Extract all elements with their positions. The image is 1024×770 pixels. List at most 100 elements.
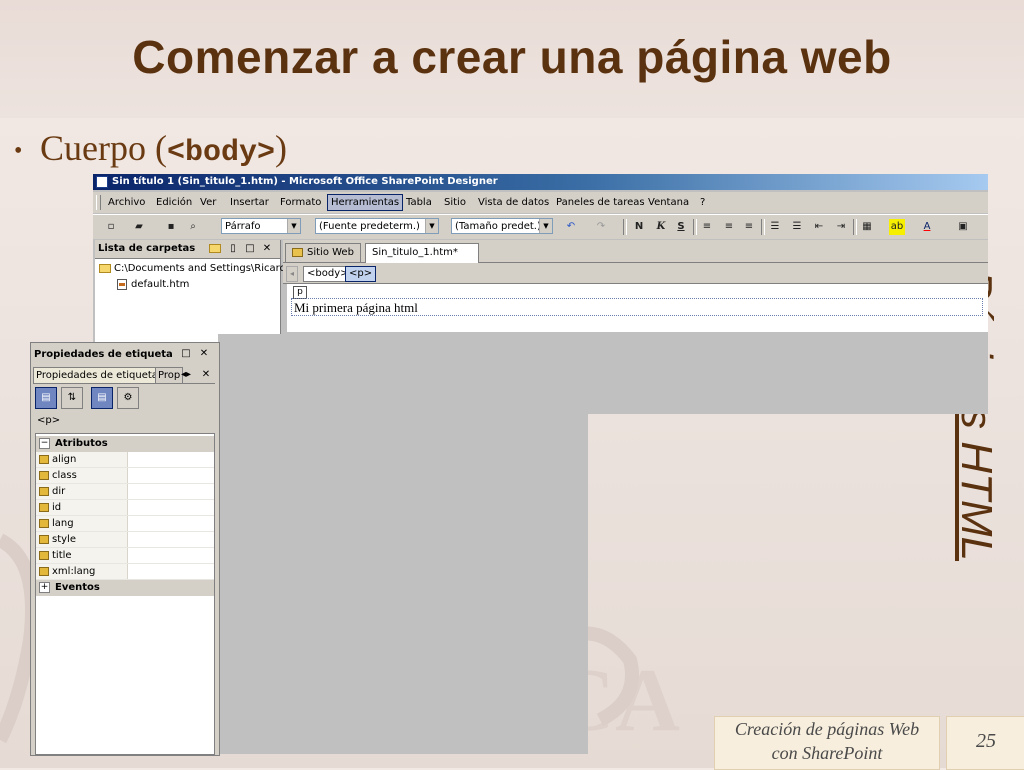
tab-sitio-web-label: Sitio Web xyxy=(307,247,354,258)
menubar: Archivo Edición Ver Insertar Formato Her… xyxy=(93,192,988,213)
menu-edicion[interactable]: Edición xyxy=(153,194,195,211)
tab-document[interactable]: Sin_titulo_1.htm* xyxy=(365,243,479,263)
property-row[interactable]: id xyxy=(36,500,214,516)
menu-ver[interactable]: Ver xyxy=(197,194,219,211)
tree-file[interactable]: default.htm xyxy=(117,278,189,292)
new-folder-icon[interactable] xyxy=(208,242,222,256)
quick-tag-p[interactable]: <p> xyxy=(345,266,377,282)
maximize-icon[interactable]: □ xyxy=(179,347,193,361)
align-left-icon[interactable]: ≡ xyxy=(699,219,715,235)
property-row[interactable]: title xyxy=(36,548,214,564)
chevron-down-icon: ▼ xyxy=(425,219,438,233)
property-icon xyxy=(39,455,49,464)
bullet-close: ) xyxy=(275,128,287,168)
maximize-icon[interactable]: □ xyxy=(243,242,257,256)
font-color-icon[interactable]: A xyxy=(919,219,935,235)
new-page-icon[interactable]: ▫ xyxy=(103,219,119,235)
menubar-grip xyxy=(96,195,101,210)
property-name: style xyxy=(52,534,76,545)
window-title: Sin título 1 (Sin_titulo_1.htm) - Micros… xyxy=(112,176,498,187)
property-row[interactable]: class xyxy=(36,468,214,484)
collapse-icon: − xyxy=(39,437,50,449)
bullet-item: • Cuerpo (<body>) xyxy=(14,127,287,170)
menu-insertar[interactable]: Insertar xyxy=(227,194,272,211)
group-atributos[interactable]: − Atributos xyxy=(36,436,214,452)
underline-button[interactable]: S xyxy=(673,219,689,235)
footer-line-1: Creación de páginas Web xyxy=(734,719,920,739)
document-tabs: Sitio Web Sin_titulo_1.htm* xyxy=(283,240,988,263)
property-name: lang xyxy=(52,518,74,529)
decrease-indent-icon[interactable]: ⇤ xyxy=(811,219,827,235)
tab-propiedades-etiqueta[interactable]: Propiedades de etiqueta xyxy=(33,367,157,383)
property-name: title xyxy=(52,550,72,561)
close-icon[interactable]: ✕ xyxy=(197,347,211,361)
new-file-icon[interactable]: ▯ xyxy=(226,242,240,256)
tag-properties-header: Propiedades de etiqueta □ ✕ xyxy=(31,345,219,365)
property-name: align xyxy=(52,454,77,465)
property-row[interactable]: dir xyxy=(36,484,214,500)
align-center-icon[interactable]: ≡ xyxy=(721,219,737,235)
undo-icon[interactable]: ↶ xyxy=(563,219,579,235)
tab-document-label: Sin_titulo_1.htm* xyxy=(372,247,458,258)
paragraph-content[interactable]: Mi primera página html xyxy=(291,298,983,316)
menu-archivo[interactable]: Archivo xyxy=(105,194,148,211)
menu-herramientas[interactable]: Herramientas xyxy=(327,194,404,211)
tab-sitio-web[interactable]: Sitio Web xyxy=(285,243,361,262)
menu-vista-de-datos[interactable]: Vista de datos xyxy=(475,194,552,211)
menu-ventana[interactable]: Ventana xyxy=(645,194,692,211)
menu-paneles-de-tareas[interactable]: Paneles de tareas xyxy=(553,194,648,211)
tree-root[interactable]: C:\Documents and Settings\Ricardo... xyxy=(99,262,301,276)
property-row[interactable]: style xyxy=(36,532,214,548)
tag-properties-panel: Propiedades de etiqueta □ ✕ Propiedades … xyxy=(30,342,220,756)
highlight-icon[interactable]: ab xyxy=(889,219,905,235)
style-select[interactable]: Párrafo ▼ xyxy=(221,218,301,234)
size-select[interactable]: (Tamaño predet.) ▼ xyxy=(451,218,553,234)
increase-indent-icon[interactable]: ⇥ xyxy=(833,219,849,235)
toolbar-separator xyxy=(693,219,697,235)
folder-icon xyxy=(209,243,221,253)
tag-properties-icon[interactable]: ⚙ xyxy=(117,387,139,409)
show-set-properties-icon[interactable]: ▤ xyxy=(91,387,113,409)
property-row[interactable]: align xyxy=(36,452,214,468)
sort-az-icon[interactable]: ⇅ xyxy=(61,387,83,409)
property-row[interactable]: lang xyxy=(36,516,214,532)
group-eventos[interactable]: + Eventos xyxy=(36,580,214,596)
menu-sitio[interactable]: Sitio xyxy=(441,194,469,211)
property-name: id xyxy=(52,502,62,513)
close-icon[interactable]: ✕ xyxy=(260,242,274,256)
align-right-icon[interactable]: ≡ xyxy=(741,219,757,235)
layout-icon[interactable]: ▣ xyxy=(955,219,971,235)
size-select-value: (Tamaño predet.) xyxy=(455,221,541,232)
categorized-view-icon[interactable]: ▤ xyxy=(35,387,57,409)
chevron-down-icon: ▼ xyxy=(287,219,300,233)
bullet-list-icon[interactable]: ☰ xyxy=(789,219,805,235)
close-icon[interactable]: ✕ xyxy=(199,367,213,382)
toolbar-separator xyxy=(853,219,857,235)
quick-tag-selector: ◂ <body> <p> xyxy=(283,263,988,284)
footer-title: Creación de páginas Web con SharePoint xyxy=(714,716,940,770)
menu-help[interactable]: ? xyxy=(697,194,708,211)
design-page[interactable]: p Mi primera página html xyxy=(287,284,988,332)
open-folder-icon[interactable]: ▰ xyxy=(131,219,147,235)
quick-tag-back-icon[interactable]: ◂ xyxy=(286,266,298,282)
folder-list-header: Lista de carpetas ▯ □ ✕ xyxy=(95,240,280,259)
menu-tabla[interactable]: Tabla xyxy=(403,194,435,211)
property-row[interactable]: xml:lang xyxy=(36,564,214,580)
numbered-list-icon[interactable]: ☰ xyxy=(767,219,783,235)
properties-tabs: Propiedades de etiqueta Prop ◂▸ ✕ xyxy=(33,367,215,384)
property-name: xml:lang xyxy=(52,566,96,577)
property-icon xyxy=(39,535,49,544)
bullet-code: <body> xyxy=(166,136,275,170)
redo-icon[interactable]: ↷ xyxy=(593,219,609,235)
font-select[interactable]: (Fuente predeterm.) ▼ xyxy=(315,218,439,234)
italic-button[interactable]: K xyxy=(653,219,669,235)
save-icon[interactable]: ▪ xyxy=(163,219,179,235)
preview-icon[interactable]: ⌕ xyxy=(185,219,201,235)
menu-formato[interactable]: Formato xyxy=(277,194,324,211)
tab-scroll-icon[interactable]: ◂▸ xyxy=(179,367,193,382)
group-atributos-label: Atributos xyxy=(55,438,108,449)
borders-icon[interactable]: ▦ xyxy=(859,219,875,235)
properties-backdrop xyxy=(218,334,893,414)
bold-button[interactable]: N xyxy=(631,219,647,235)
chevron-down-icon: ▼ xyxy=(539,219,552,233)
